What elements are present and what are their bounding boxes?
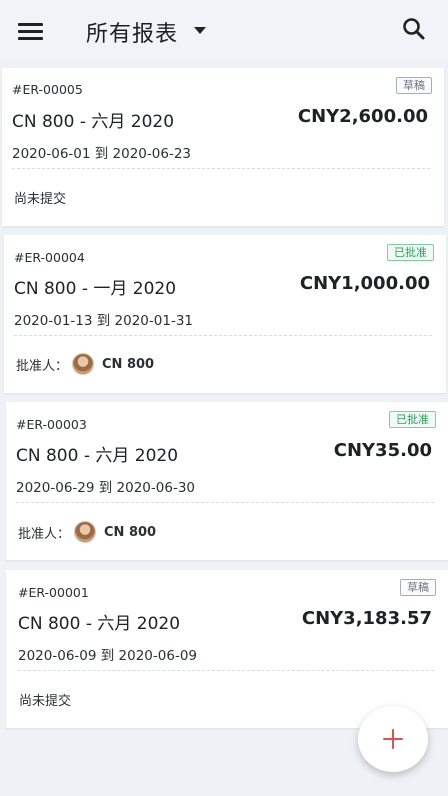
status-badge: 草稿 <box>396 77 432 94</box>
approver-label: 批准人： <box>16 358 69 374</box>
card-divider <box>12 168 430 169</box>
report-amount: CNY2,600.00 <box>297 106 428 127</box>
approver-name: CN 800 <box>102 356 155 372</box>
report-name: CN 800 - 六月 2020 <box>12 112 175 132</box>
add-report-button[interactable] <box>358 706 428 772</box>
status-badge: 已批准 <box>389 411 436 428</box>
card-divider <box>14 335 432 336</box>
report-card[interactable]: #ER-00001 草稿 CN 800 - 六月 2020 CNY3,183.5… <box>6 570 448 728</box>
report-id: #ER-00004 <box>14 250 85 265</box>
report-amount: CNY35.00 <box>333 440 432 461</box>
report-date-range: 2020-06-29 到 2020-06-30 <box>16 480 195 496</box>
approver-label: 批准人： <box>18 526 71 542</box>
approver-row: 批准人： CN 800 <box>16 353 154 375</box>
report-date-range: 2020-06-01 到 2020-06-23 <box>12 146 191 162</box>
page-title: 所有报表 <box>86 22 179 47</box>
status-badge: 草稿 <box>400 579 436 596</box>
report-date-range: 2020-06-09 到 2020-06-09 <box>18 648 197 664</box>
report-filter-dropdown[interactable]: 所有报表 <box>86 16 207 48</box>
report-name: CN 800 - 六月 2020 <box>16 446 179 466</box>
approver-name: CN 800 <box>104 524 157 540</box>
report-name: CN 800 - 一月 2020 <box>14 279 177 299</box>
search-icon[interactable] <box>401 16 427 42</box>
report-date-range: 2020-01-13 到 2020-01-31 <box>14 313 193 329</box>
caret-down-icon <box>194 26 207 34</box>
app-header: 所有报表 <box>0 0 448 62</box>
status-badge: 已批准 <box>387 244 434 261</box>
report-amount: CNY3,183.57 <box>301 608 432 629</box>
report-id: #ER-00001 <box>18 585 89 600</box>
report-card[interactable]: #ER-00005 草稿 CN 800 - 六月 2020 CNY2,600.0… <box>2 68 444 226</box>
card-divider <box>16 502 434 503</box>
report-name: CN 800 - 六月 2020 <box>18 614 181 634</box>
plus-icon <box>383 729 403 749</box>
report-card[interactable]: #ER-00003 已批准 CN 800 - 六月 2020 CNY35.00 … <box>6 402 448 560</box>
avatar <box>72 353 95 375</box>
card-divider <box>18 670 434 671</box>
report-id: #ER-00005 <box>12 82 83 97</box>
submission-status: 尚未提交 <box>14 192 67 207</box>
menu-icon[interactable] <box>18 21 44 43</box>
approver-row: 批准人： CN 800 <box>18 521 156 543</box>
avatar <box>74 521 97 543</box>
report-card[interactable]: #ER-00004 已批准 CN 800 - 一月 2020 CNY1,000.… <box>4 235 446 393</box>
report-id: #ER-00003 <box>16 417 87 432</box>
report-amount: CNY1,000.00 <box>299 273 430 294</box>
app-root: 所有报表 #ER-00005 草稿 CN 800 - 六月 2020 CNY2,… <box>0 0 448 796</box>
submission-status: 尚未提交 <box>19 694 72 709</box>
